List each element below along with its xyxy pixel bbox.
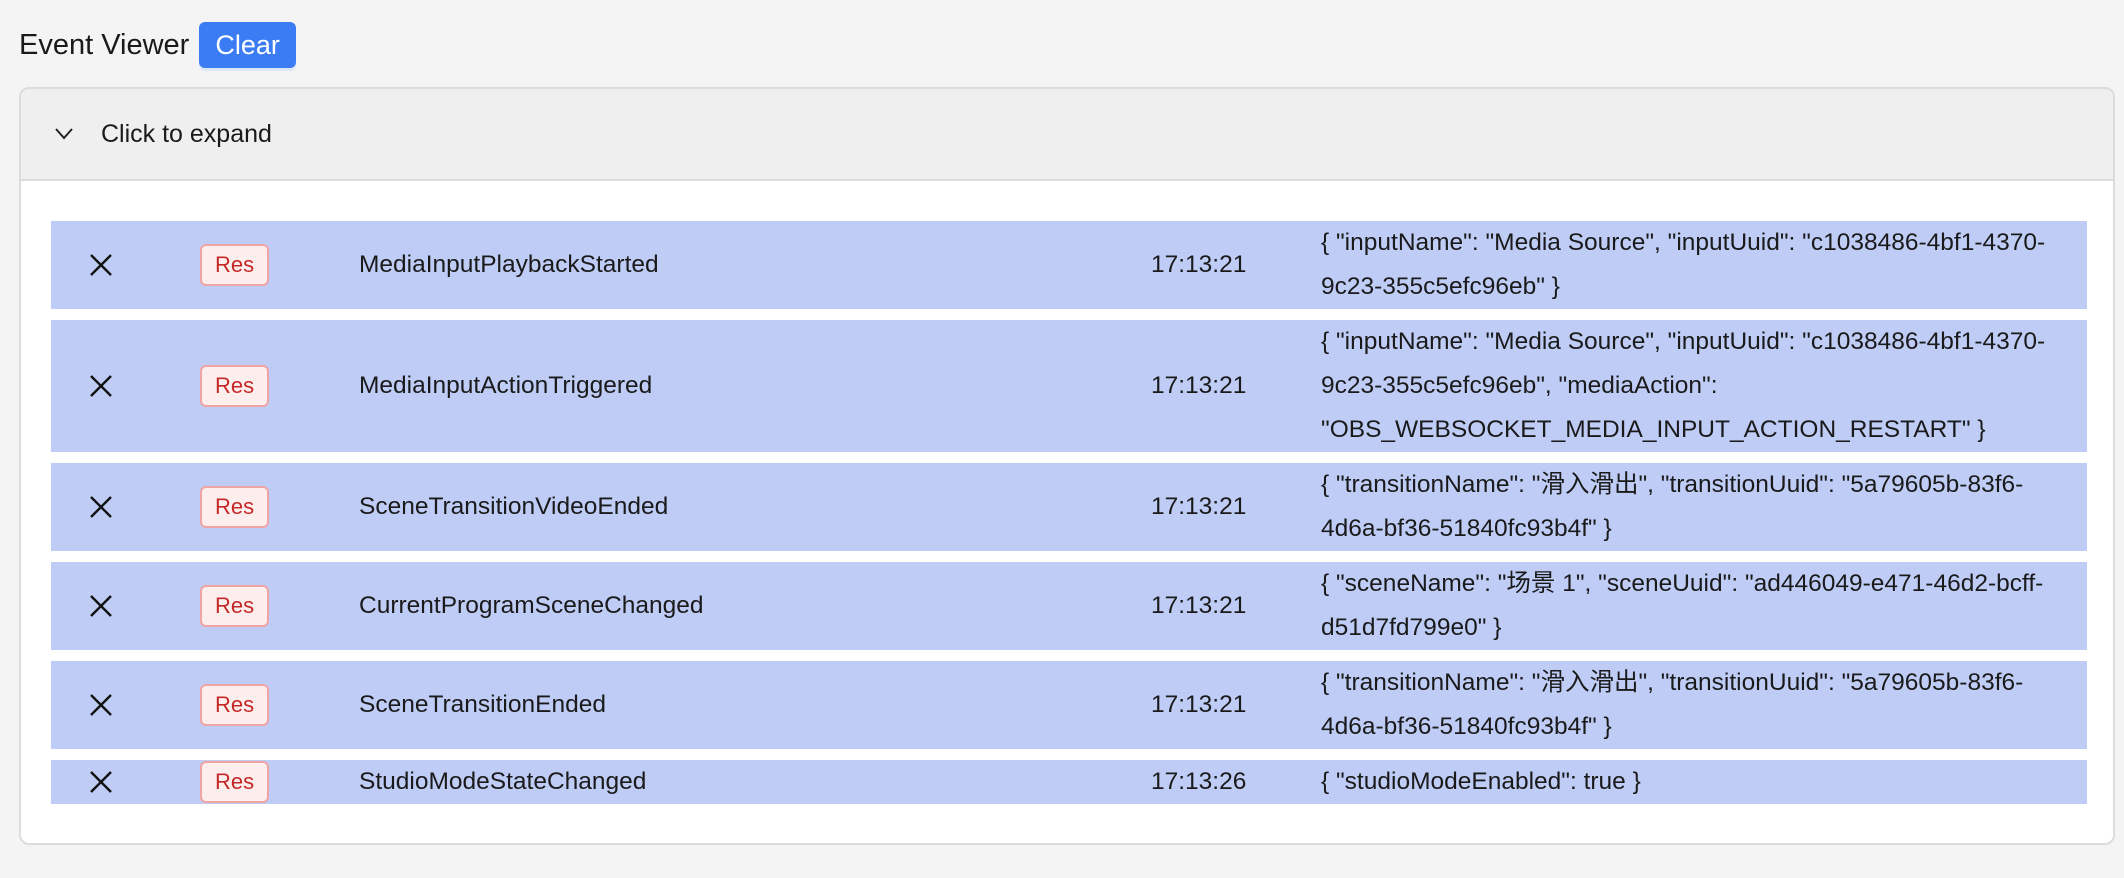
type-badge: Res xyxy=(200,684,270,726)
close-icon xyxy=(89,595,112,617)
type-badge: Res xyxy=(200,585,270,627)
close-icon xyxy=(89,496,112,518)
event-time: 17:13:21 xyxy=(1151,493,1247,520)
close-icon xyxy=(89,254,112,276)
event-data: { "inputName": "Media Source", "inputUui… xyxy=(1321,328,2046,443)
remove-event-button[interactable] xyxy=(51,495,200,519)
remove-event-button[interactable] xyxy=(51,253,200,277)
remove-event-button[interactable] xyxy=(51,770,200,794)
event-data: { "inputName": "Media Source", "inputUui… xyxy=(1321,229,2046,300)
event-row: Res SceneTransitionVideoEnded 17:13:21 {… xyxy=(51,463,2087,551)
event-data: { "transitionName": "滑入滑出", "transitionU… xyxy=(1321,471,2024,542)
event-data: { "sceneName": "场景 1", "sceneUuid": "ad4… xyxy=(1321,570,2044,641)
close-icon xyxy=(89,375,112,397)
type-badge: Res xyxy=(200,365,270,407)
type-badge: Res xyxy=(200,486,270,528)
event-list: Res MediaInputPlaybackStarted 17:13:21 {… xyxy=(51,221,2087,815)
type-badge: Res xyxy=(200,761,270,803)
event-row: Res MediaInputPlaybackStarted 17:13:21 {… xyxy=(51,221,2087,309)
event-name: SceneTransitionEnded xyxy=(359,691,606,718)
toolbar: Event Viewer Clear xyxy=(19,22,296,68)
remove-event-button[interactable] xyxy=(51,374,200,398)
event-row: Res SceneTransitionEnded 17:13:21 { "tra… xyxy=(51,661,2087,749)
event-time: 17:13:21 xyxy=(1151,372,1247,399)
event-time: 17:13:26 xyxy=(1151,768,1247,795)
remove-event-button[interactable] xyxy=(51,594,200,618)
remove-event-button[interactable] xyxy=(51,693,200,717)
event-row: Res StudioModeStateChanged 17:13:26 { "s… xyxy=(51,760,2087,804)
event-row: Res CurrentProgramSceneChanged 17:13:21 … xyxy=(51,562,2087,650)
event-time: 17:13:21 xyxy=(1151,251,1247,278)
type-badge: Res xyxy=(200,244,270,286)
close-icon xyxy=(89,694,112,716)
event-name: CurrentProgramSceneChanged xyxy=(359,592,704,619)
event-name: MediaInputPlaybackStarted xyxy=(359,251,659,278)
event-row: Res MediaInputActionTriggered 17:13:21 {… xyxy=(51,320,2087,452)
chevron-down-icon xyxy=(55,128,95,140)
close-icon xyxy=(89,771,112,793)
clear-button[interactable]: Clear xyxy=(199,22,296,68)
page-title: Event Viewer xyxy=(19,28,190,61)
event-data: { "transitionName": "滑入滑出", "transitionU… xyxy=(1321,669,2024,740)
event-name: SceneTransitionVideoEnded xyxy=(359,493,669,520)
expand-toggle[interactable]: Click to expand xyxy=(21,89,2113,181)
event-data: { "studioModeEnabled": true } xyxy=(1321,768,1641,795)
event-name: StudioModeStateChanged xyxy=(359,768,647,795)
event-time: 17:13:21 xyxy=(1151,691,1247,718)
expand-label: Click to expand xyxy=(101,119,272,148)
event-name: MediaInputActionTriggered xyxy=(359,372,653,399)
event-time: 17:13:21 xyxy=(1151,592,1247,619)
